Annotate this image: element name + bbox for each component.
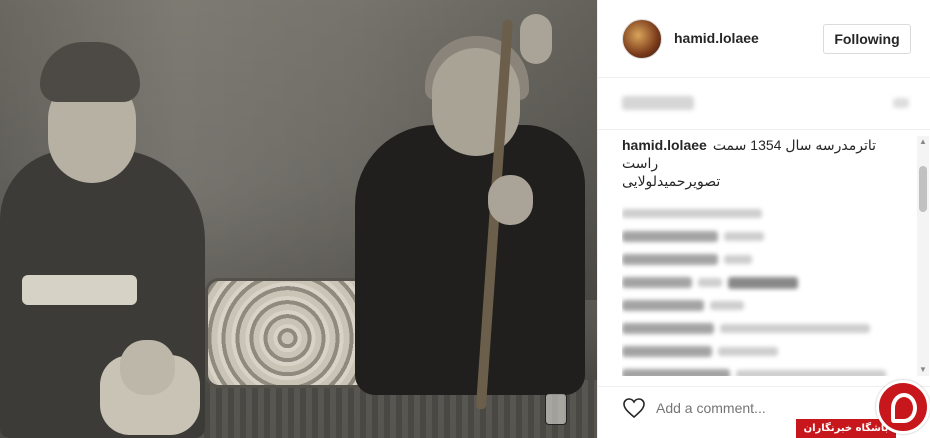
comment-item	[622, 294, 912, 317]
comment-username-blurred[interactable]	[622, 369, 730, 376]
post-time-blurred[interactable]	[893, 98, 909, 108]
photo-cushion	[205, 278, 370, 388]
add-comment-input[interactable]	[656, 397, 836, 419]
comment-username-blurred[interactable]	[622, 254, 718, 265]
comment-text-blurred	[698, 278, 722, 287]
caption-line-2: تصویرحمیدلولایی	[622, 173, 721, 189]
post-photo[interactable]	[0, 0, 597, 438]
comment-text-blurred	[736, 370, 886, 376]
comment-username-blurred[interactable]	[622, 300, 704, 311]
photo-left-man-hand	[120, 340, 175, 395]
photo-tea-glass	[545, 393, 567, 425]
comment-username-blurred[interactable]	[622, 231, 718, 242]
likes-count-blurred[interactable]	[622, 96, 694, 110]
comments-list[interactable]: hamid.lolaee تاترمدرسه سال 1354 سمت راست …	[622, 136, 912, 376]
comment-username-blurred[interactable]	[622, 323, 714, 334]
comment-item	[622, 317, 912, 340]
photo-right-man-hand	[488, 175, 533, 225]
photo-left-man-sash	[22, 275, 137, 305]
photo-right-man-body	[355, 125, 585, 395]
comment-username-blurred[interactable]	[622, 277, 692, 288]
comment-text-blurred	[720, 324, 870, 333]
photo-right-man-upper-hand	[520, 14, 552, 64]
likes-row	[598, 78, 930, 130]
comment-item	[622, 225, 912, 248]
comment-item	[622, 340, 912, 363]
comment-item	[622, 202, 912, 225]
post-header: hamid.lolaee Following	[598, 0, 930, 78]
comment-item	[622, 248, 912, 271]
following-button[interactable]: Following	[823, 24, 911, 54]
scrollbar-thumb[interactable]	[919, 166, 927, 212]
heart-outline-icon[interactable]	[622, 397, 646, 419]
scroll-up-arrow-icon[interactable]: ▲	[919, 138, 927, 146]
comment-text-blurred	[622, 209, 762, 218]
header-username[interactable]: hamid.lolaee	[674, 30, 759, 46]
comments-scrollbar[interactable]: ▲ ▼	[917, 136, 929, 376]
comment-text-blurred	[718, 347, 778, 356]
comment-emoji-blurred	[728, 276, 798, 289]
avatar[interactable]	[622, 19, 662, 59]
caption-username[interactable]: hamid.lolaee	[622, 137, 707, 153]
comment-username-blurred[interactable]	[622, 346, 712, 357]
comment-text-blurred	[710, 301, 744, 310]
scroll-down-arrow-icon[interactable]: ▼	[919, 366, 927, 374]
post-sidebar: hamid.lolaee Following hamid.lolaee تاترم…	[597, 0, 930, 438]
comment-item	[622, 271, 912, 294]
comment-text-blurred	[724, 232, 764, 241]
caption: hamid.lolaee تاترمدرسه سال 1354 سمت راست …	[622, 136, 912, 190]
comment-item	[622, 363, 912, 376]
comment-text-blurred	[724, 255, 752, 264]
watermark-logo	[876, 380, 930, 434]
